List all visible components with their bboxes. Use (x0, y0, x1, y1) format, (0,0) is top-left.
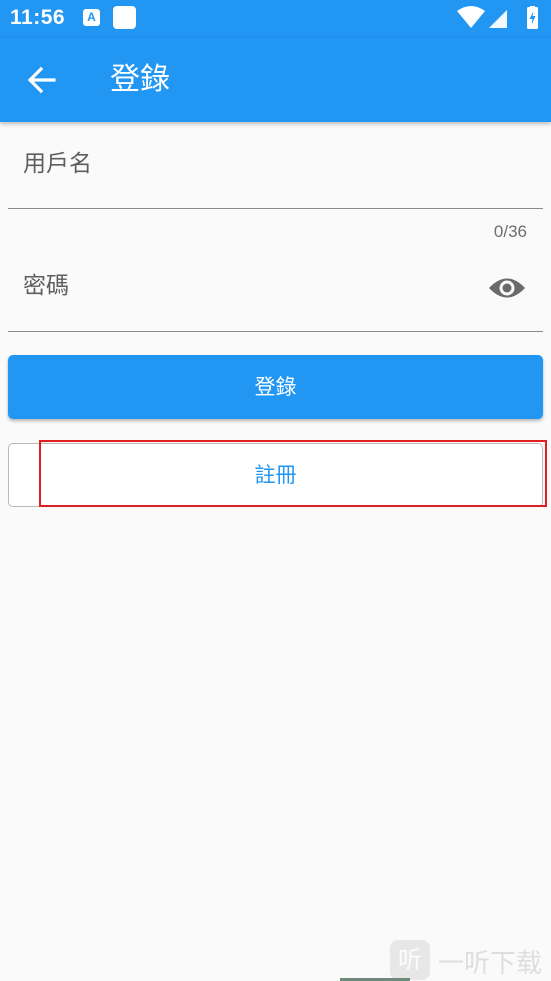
password-label: 密碼 (23, 273, 69, 299)
wifi-icon (457, 6, 485, 28)
app-bar: 登錄 (0, 38, 551, 122)
username-counter: 0/36 (493, 222, 527, 241)
page-title: 登錄 (110, 62, 170, 97)
eye-icon (489, 278, 525, 298)
watermark-logo: 听 (390, 940, 430, 980)
status-time: 11:56 (10, 6, 66, 29)
password-visibility-toggle[interactable] (486, 271, 528, 305)
username-label: 用戶名 (23, 151, 92, 177)
arrow-left-icon (27, 66, 56, 94)
register-button[interactable]: 註冊 (8, 443, 543, 507)
username-underline (8, 208, 543, 209)
password-underline (8, 331, 543, 332)
signal-icon (489, 10, 507, 28)
back-button[interactable] (18, 56, 66, 104)
watermark: 听 一听下载 (388, 938, 548, 980)
battery-charging-icon (527, 6, 538, 29)
system-status-icons (457, 6, 538, 29)
watermark-text: 一听下载 (438, 949, 543, 979)
login-button[interactable]: 登錄 (8, 355, 543, 419)
status-bar: 11:56 A (0, 0, 551, 38)
notification-a-icon: A (83, 9, 100, 26)
notification-square-icon (113, 6, 136, 29)
